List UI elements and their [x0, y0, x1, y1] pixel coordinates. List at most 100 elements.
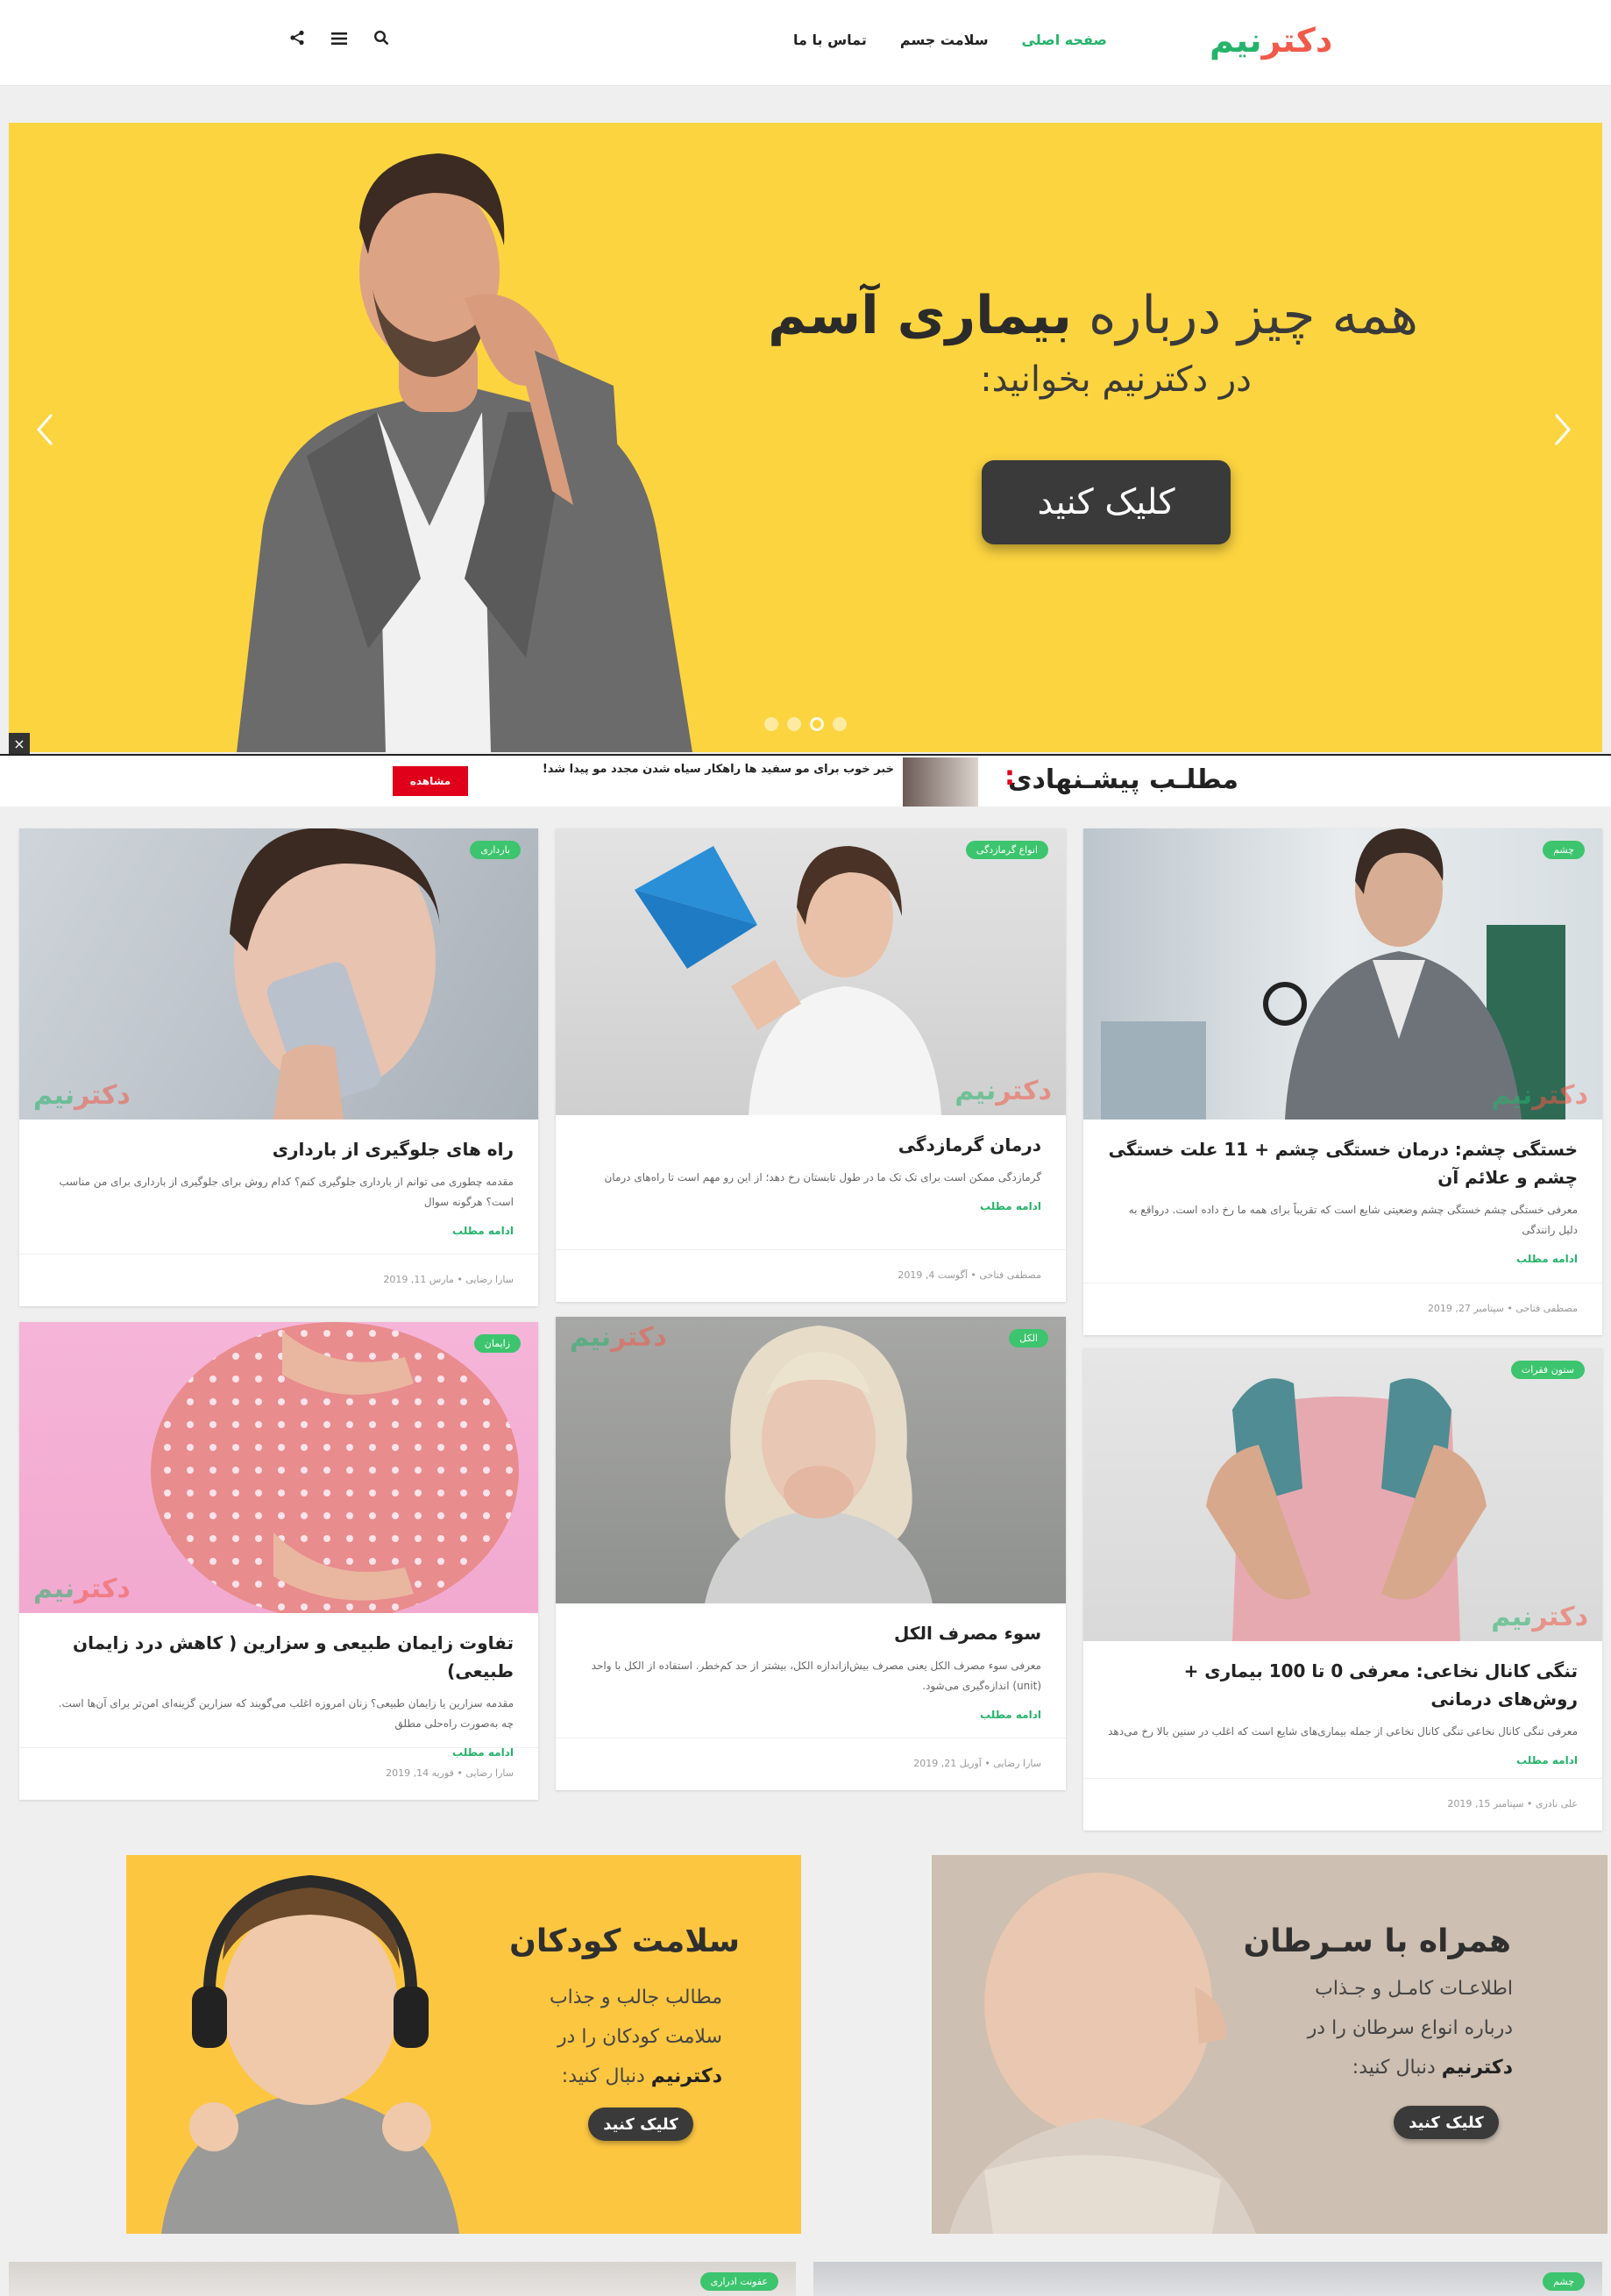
- post-excerpt: مقدمه چطوری می توانم از بارداری جلوگیری …: [59, 1176, 514, 1208]
- post-image[interactable]: [9, 2262, 796, 2296]
- post-tag[interactable]: عفونت ادراری: [699, 2272, 778, 2291]
- post-title[interactable]: تنگی کانال نخاعی: معرفی 0 تا 100 بیماری …: [1108, 1657, 1578, 1713]
- slider-dots: [764, 717, 847, 731]
- post-date: سپتامبر 15, 2019: [1447, 1798, 1524, 1809]
- slider-dot[interactable]: [787, 717, 801, 731]
- promo-title: سلامت کودکان: [509, 1923, 740, 1959]
- promo-cta-button[interactable]: کلیک کنید: [588, 2108, 693, 2141]
- post-meta: سارا رضایی • مارس 11, 2019: [19, 1254, 538, 1306]
- slider-dot[interactable]: [764, 717, 778, 731]
- post-card[interactable]: ستون فقرات دکترنیم تنگی کانال نخاعی: معر…: [1083, 1348, 1602, 1830]
- promo-cta-button[interactable]: کلیک کنید: [1394, 2106, 1499, 2139]
- watermark-logo: دکترنیم: [955, 1076, 1052, 1106]
- watermark-part-1: دکتر: [996, 1076, 1052, 1106]
- read-more-link[interactable]: ادامه مطلب: [44, 1225, 514, 1237]
- post-date: سپتامبر 27, 2019: [1427, 1303, 1504, 1314]
- watermark-part-1: دکتر: [611, 1322, 667, 1353]
- post-card[interactable]: انواع گرمازدگی دکترنیم درمان گرمازدگی گر…: [556, 828, 1066, 1302]
- post-meta: مصطفی فتاحی • سپتامبر 27, 2019: [1083, 1283, 1602, 1335]
- post-author[interactable]: علی نادری: [1536, 1798, 1578, 1809]
- promo-line-3: دکترنیم دنبال کنید:: [550, 2057, 722, 2096]
- post-tag[interactable]: بارداری: [470, 841, 521, 859]
- post-title[interactable]: درمان گرمازدگی: [580, 1131, 1041, 1159]
- read-more-link[interactable]: ادامه مطلب: [1108, 1253, 1578, 1265]
- read-more-link[interactable]: ادامه مطلب: [580, 1200, 1041, 1212]
- promo-banner-cancer[interactable]: همراه با سـرطان اطلاعـات کامـل و جـذاب د…: [932, 1855, 1607, 2234]
- post-image[interactable]: چشم دکترنیم: [1083, 828, 1602, 1120]
- site-logo[interactable]: دکترنیم: [1210, 21, 1385, 65]
- suggested-title: مطلـب پیشـنهادی: [1008, 764, 1238, 795]
- suggested-view-button[interactable]: مشاهده: [393, 766, 468, 796]
- nav-item-contact[interactable]: تماس با ما: [793, 32, 867, 48]
- suggested-headline[interactable]: خبر خوب برای مو سفید ها راهکار سیاه شدن …: [543, 763, 894, 776]
- site-header: دکترنیم صفحه اصلی سلامت جسم تماس با ما: [0, 0, 1611, 86]
- slider-prev-icon[interactable]: [35, 412, 54, 457]
- post-author[interactable]: سارا رضایی: [465, 1274, 514, 1285]
- watermark-logo: دکترنیم: [570, 1322, 667, 1353]
- watermark-part-2: نیم: [1491, 1080, 1533, 1111]
- post-card-partial[interactable]: عفونت ادراری: [9, 2262, 796, 2296]
- post-image[interactable]: زایمان دکترنیم: [19, 1322, 538, 1613]
- post-image[interactable]: الکل دکترنیم: [556, 1317, 1066, 1603]
- post-title[interactable]: راه های جلوگیری از بارداری: [44, 1135, 514, 1163]
- post-excerpt: معرفی تنگی کانال نخاعی تنگی کانال نخاعی …: [1108, 1725, 1578, 1738]
- watermark-part-2: نیم: [1491, 1602, 1533, 1632]
- close-icon[interactable]: ×: [9, 733, 30, 754]
- post-tag[interactable]: انواع گرمازدگی: [965, 841, 1048, 859]
- post-meta: علی نادری • سپتامبر 15, 2019: [1083, 1778, 1602, 1830]
- slider-dot[interactable]: [833, 717, 847, 731]
- post-title[interactable]: خستگی چشم: درمان خستگی چشم + 11 علت خستگ…: [1108, 1135, 1578, 1191]
- post-author[interactable]: مصطفی فتاحی: [1515, 1303, 1578, 1314]
- nav-item-body-health[interactable]: سلامت جسم: [900, 32, 989, 48]
- post-excerpt: معرفی سوء مصرف الکل یعنی مصرف بیش‌از‌اند…: [591, 1660, 1041, 1692]
- watermark-part-1: دکتر: [75, 1574, 131, 1604]
- promo-line: درباره انواع سرطان را در: [1307, 2017, 1513, 2039]
- post-image[interactable]: انواع گرمازدگی دکترنیم: [556, 828, 1066, 1115]
- watermark-part-2: نیم: [33, 1080, 75, 1111]
- share-icon[interactable]: [289, 30, 305, 48]
- post-card[interactable]: چشم دکترنیم خستگی چشم: درمان خستگی چشم +…: [1083, 828, 1602, 1335]
- post-tag[interactable]: الکل: [1009, 1329, 1048, 1347]
- read-more-link[interactable]: ادامه مطلب: [1108, 1754, 1578, 1766]
- hero-person-image: [237, 153, 692, 752]
- post-author[interactable]: سارا رضایی: [465, 1767, 514, 1779]
- post-meta: سارا رضایی • آوریل 21, 2019: [556, 1738, 1066, 1790]
- suggested-thumbnail[interactable]: [903, 757, 978, 807]
- post-card[interactable]: بارداری دکترنیم راه های جلوگیری از باردا…: [19, 828, 538, 1306]
- search-icon[interactable]: [373, 30, 389, 48]
- post-tag[interactable]: چشم: [1543, 2272, 1585, 2291]
- post-image[interactable]: [813, 2262, 1602, 2296]
- post-author[interactable]: مصطفی فتاحی: [979, 1269, 1041, 1281]
- promo-banner-kids[interactable]: سلامت کودکان مطالب جالب و جذاب سلامت کود…: [126, 1855, 801, 2234]
- post-tag[interactable]: ستون فقرات: [1510, 1361, 1585, 1379]
- slider-dot-active[interactable]: [810, 717, 824, 731]
- slider-next-icon[interactable]: [1553, 412, 1572, 457]
- hero-cta-button[interactable]: کلیک کنید: [982, 460, 1231, 544]
- nav-item-home[interactable]: صفحه اصلی: [1022, 32, 1107, 48]
- read-more-link[interactable]: ادامه مطلب: [580, 1709, 1041, 1721]
- post-image[interactable]: بارداری دکترنیم: [19, 828, 538, 1120]
- post-title[interactable]: سوء مصرف الکل: [580, 1619, 1041, 1647]
- watermark-part-2: نیم: [955, 1076, 997, 1106]
- post-excerpt: معرفی خستگی چشم خستگی چشم وضعیتی شایع اس…: [1128, 1204, 1578, 1236]
- hero-title-plain: همه چیز درباره: [1071, 285, 1418, 346]
- watermark-logo: دکترنیم: [33, 1574, 131, 1604]
- post-title[interactable]: تفاوت زایمان طبیعی و سزارین ( کاهش درد ز…: [44, 1629, 514, 1685]
- post-author[interactable]: سارا رضایی: [993, 1758, 1041, 1769]
- post-tag[interactable]: زایمان: [473, 1334, 521, 1353]
- post-card-partial[interactable]: چشم: [813, 2262, 1602, 2296]
- post-tag[interactable]: چشم: [1543, 841, 1585, 859]
- post-card[interactable]: زایمان دکترنیم تفاوت زایمان طبیعی و سزار…: [19, 1322, 538, 1800]
- promo-line: دنبال کنید:: [1352, 2057, 1442, 2079]
- post-image[interactable]: ستون فقرات دکترنیم: [1083, 1348, 1602, 1641]
- promo-brand: دکترنیم: [1441, 2057, 1513, 2079]
- watermark-logo: دکترنیم: [33, 1080, 131, 1111]
- post-image-graphic: [635, 846, 941, 1115]
- menu-icon[interactable]: [331, 31, 347, 48]
- post-card[interactable]: الکل دکترنیم سوء مصرف الکل معرفی سوء مصر…: [556, 1317, 1066, 1790]
- post-date: آوریل 21, 2019: [913, 1758, 982, 1769]
- hero-title: همه چیز درباره بیماری آسم: [768, 285, 1418, 346]
- promo-text: اطلاعـات کامـل و جـذاب درباره انواع سرطا…: [1308, 1969, 1513, 2087]
- watermark-part-2: نیم: [33, 1574, 75, 1604]
- promo-line: سلامت کودکان را در: [557, 2026, 722, 2048]
